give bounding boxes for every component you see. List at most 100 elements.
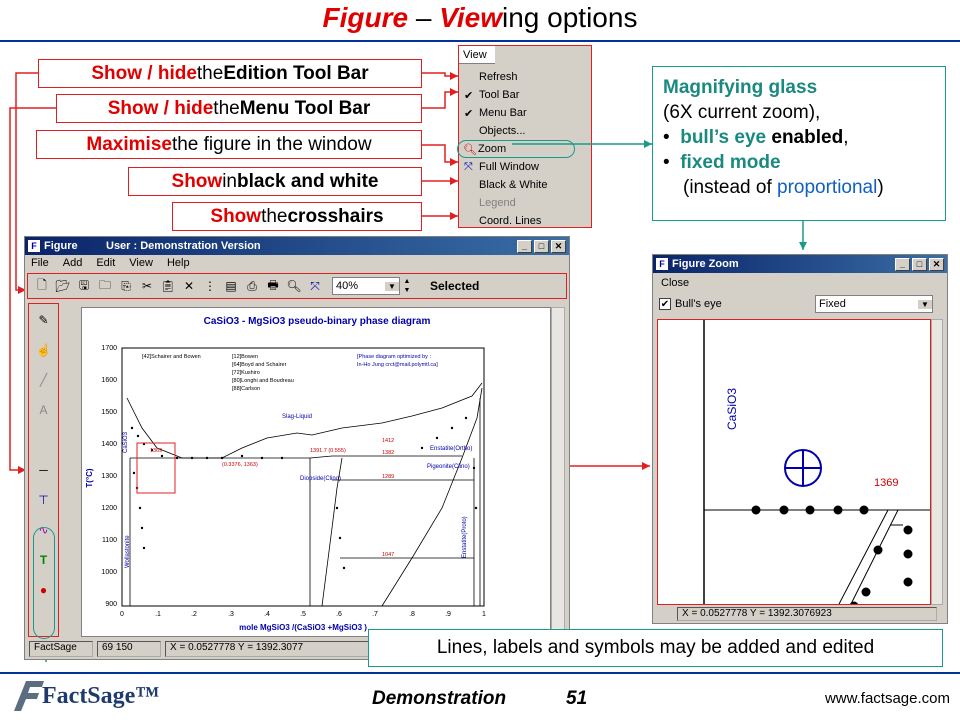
ytick-1600: 1600	[101, 377, 117, 384]
ytick-1200: 1200	[101, 505, 117, 512]
vertical-scrollbar[interactable]	[551, 307, 565, 637]
ytick-1700: 1700	[101, 345, 117, 352]
pencil-icon[interactable]: ✎	[34, 310, 54, 330]
legend-schairer: [42]Schairer and Bowen	[142, 354, 201, 360]
axis-icon[interactable]: ⊤	[34, 490, 54, 510]
bulls-eye-checkbox[interactable]: ✔	[659, 298, 671, 310]
menu-edit[interactable]: Edit	[96, 257, 115, 271]
footer-url[interactable]: www.factsage.com	[825, 690, 950, 707]
app-icon: F	[656, 258, 668, 270]
label-1412: 1412	[382, 438, 394, 444]
paste-icon[interactable]: 📋︎	[158, 276, 178, 296]
zoom-menu-close[interactable]: Close	[653, 273, 947, 293]
xtick-4: .4	[264, 611, 270, 618]
factsage-logo: FactSage™	[8, 676, 159, 716]
label-diopside: Diopside(Clino)	[300, 476, 341, 482]
ytick-1000: 1000	[101, 569, 117, 576]
menu-file[interactable]: File	[31, 257, 49, 271]
dropdown-arrow-icon: ▼	[385, 281, 399, 291]
print-icon[interactable]: 🖶	[263, 276, 283, 296]
menu-help[interactable]: Help	[167, 257, 190, 271]
minimize-button[interactable]: _	[895, 257, 910, 271]
xtick-6: .6	[336, 611, 342, 618]
ytick-1400: 1400	[101, 441, 117, 448]
zoom-controls: ✔ Bull's eye Fixed ▼	[653, 293, 947, 315]
legend-boyd: [64]Boyd and Schairer	[232, 362, 287, 368]
close-button[interactable]: ✕	[551, 239, 566, 253]
zoom-label-1369: 1369	[874, 477, 898, 489]
line-icon[interactable]: ╱	[34, 370, 54, 390]
hline-icon[interactable]: ─	[34, 460, 54, 480]
minimize-button[interactable]: _	[517, 239, 532, 253]
zoom-scrollbar[interactable]	[931, 319, 943, 605]
copy-icon[interactable]: ⎘	[116, 276, 136, 296]
label-casio3: CaSiO3	[123, 431, 129, 453]
folder-icon[interactable]: 🗀	[95, 276, 115, 296]
text-icon[interactable]: A	[34, 400, 54, 420]
label-pigeonite: Pigeonite(Clino)	[427, 464, 470, 470]
selected-label: Selected	[430, 279, 480, 293]
xtick-1: .1	[155, 611, 161, 618]
x-axis-label: mole MgSiO3 /(CaSiO3 +MgSiO3 )	[239, 623, 367, 632]
xtick-8: .8	[409, 611, 415, 618]
label-1369: 1369	[150, 448, 162, 454]
full-window-icon[interactable]: ⤧	[305, 276, 325, 296]
delete-icon[interactable]: ✕	[179, 276, 199, 296]
label-slag-liquid: Slag-Liquid	[282, 414, 312, 420]
data-points	[130, 416, 478, 570]
zoom-titlebar[interactable]: F Figure Zoom _ □ ✕	[653, 255, 947, 273]
xtick-7: .7	[372, 611, 378, 618]
ytick-1500: 1500	[101, 409, 117, 416]
cut-icon[interactable]: ✂	[137, 276, 157, 296]
maximize-button[interactable]: □	[534, 239, 549, 253]
legend-longhi: [80]Longhi and Boudreau	[232, 378, 294, 384]
pointer-icon[interactable]: ☝	[34, 340, 54, 360]
zoom-plot: CaSiO3 1369	[703, 320, 930, 604]
bulls-eye-label: Bull's eye	[675, 298, 722, 310]
optimized-note-2: In-Ho Jung crct@mail.polymtl.ca]	[357, 362, 438, 368]
save-icon[interactable]: 🖫	[74, 276, 94, 296]
print-preview-icon[interactable]: ⎙	[242, 276, 262, 296]
open-icon[interactable]: 📂︎	[53, 276, 73, 296]
plot-canvas[interactable]: CaSiO3 - MgSiO3 pseudo-binary phase diag…	[81, 307, 551, 637]
label-wollastonite: Wollastonite	[125, 535, 131, 568]
logo-f-icon	[14, 681, 44, 711]
footer-page-number: 51	[566, 688, 588, 709]
label-eutectic: (0.3376, 1363)	[222, 462, 258, 468]
xtick-3: .3	[228, 611, 234, 618]
menu-add[interactable]: Add	[63, 257, 83, 271]
optimized-note-1: [Phase diagram optimized by :	[357, 354, 431, 360]
separator-icon: ⋮	[204, 279, 216, 293]
label-enstatite-proto: Enstatite(Proto)	[462, 516, 468, 558]
menu-view[interactable]: View	[129, 257, 153, 271]
legend-carlson: [88]Carlson	[232, 386, 260, 392]
zoom-icon[interactable]: 🔍︎	[284, 276, 304, 296]
ytick-900: 900	[105, 601, 117, 608]
label-1289: 1289	[382, 474, 394, 480]
zoom-spinner[interactable]: ▲ ▼	[401, 277, 413, 295]
figure-toolbar: 🗋 📂︎ 🖫 🗀 ⎘ ✂ 📋︎ ✕ ⋮ ▤ ⎙ 🖶 🔍︎ ⤧ 40% ▼ ▲ ▼ S…	[27, 273, 567, 299]
edit-tools-highlight	[33, 527, 55, 639]
page-icon[interactable]: ▤	[221, 276, 241, 296]
footer-demo: Demonstration	[372, 688, 507, 709]
figure-window: F Figure User : Demonstration Version _ …	[24, 236, 570, 660]
dropdown-arrow-icon: ▼	[918, 299, 932, 309]
zoom-canvas[interactable]: CaSiO3 1369	[657, 319, 931, 605]
legend-bowen: [12]Bowen	[232, 354, 258, 360]
plot-title: CaSiO3 - MgSiO3 pseudo-binary phase diag…	[204, 316, 431, 327]
bottom-rule	[0, 672, 960, 674]
ytick-1300: 1300	[101, 473, 117, 480]
phase-diagram: CaSiO3 - MgSiO3 pseudo-binary phase diag…	[85, 316, 486, 632]
maximize-button[interactable]: □	[912, 257, 927, 271]
close-button[interactable]: ✕	[929, 257, 944, 271]
figure-menubar: File Add Edit View Help	[25, 255, 569, 273]
ytick-1100: 1100	[102, 537, 117, 544]
xtick-0: 0	[120, 611, 124, 618]
zoom-select[interactable]: 40% ▼	[332, 277, 400, 295]
mode-select[interactable]: Fixed ▼	[815, 295, 933, 313]
figure-titlebar[interactable]: F Figure User : Demonstration Version _ …	[25, 237, 569, 255]
new-icon[interactable]: 🗋	[32, 276, 52, 296]
legend-kushiro: [72]Kushiro	[232, 370, 260, 376]
label-1382: 1382	[382, 450, 394, 456]
bottom-note: Lines, labels and symbols may be added a…	[368, 629, 943, 667]
